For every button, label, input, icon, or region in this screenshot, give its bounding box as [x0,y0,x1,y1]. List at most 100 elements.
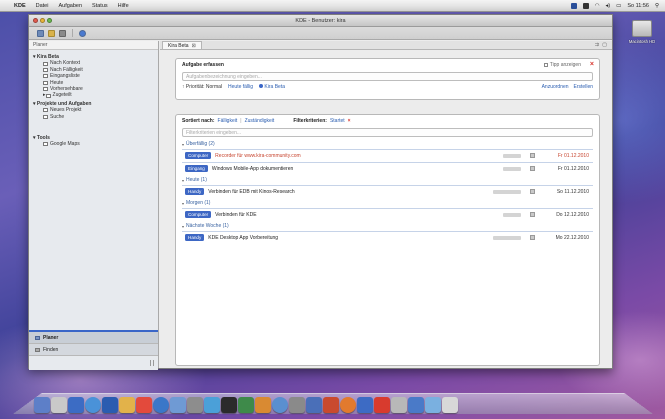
downloads-icon[interactable] [425,397,441,413]
menu-datei[interactable]: Datei [36,3,49,9]
textedit-icon[interactable] [391,397,407,413]
itunes-icon[interactable] [153,397,169,413]
close-panel-icon[interactable]: × [590,61,594,68]
task-row[interactable]: Computer Verbinden für KDE Do 12.12.2010 [182,208,593,220]
filter-value[interactable]: Startet [330,118,345,124]
documents-icon[interactable] [408,397,424,413]
tab-overflow-icon[interactable]: ⇉ ▢ [595,42,608,48]
mail-icon[interactable] [68,397,84,413]
preview-icon[interactable] [187,397,203,413]
zoom-window-button[interactable] [47,18,52,23]
task-text[interactable]: Recorder für www.kira-community.com [215,153,300,159]
menu-status[interactable]: Status [92,3,108,9]
tab-bar: Kira Beta ⊠ ⇉ ▢ [160,41,612,50]
sync-icon[interactable] [79,29,86,37]
ical-icon[interactable] [136,397,152,413]
trash-icon[interactable] [442,397,458,413]
task-row[interactable]: Handy Verbinden für EDB mit Kinos-Resear… [182,185,593,197]
finder-icon[interactable] [34,397,50,413]
note-icon[interactable] [530,153,535,158]
note-icon[interactable] [530,212,535,217]
group-header[interactable]: ▾ Überfällig (2) [176,138,599,148]
menu-app-name[interactable]: KDE [14,3,26,9]
app-store-icon[interactable] [204,397,220,413]
time-machine-icon[interactable] [272,397,288,413]
ichat-icon[interactable] [102,397,118,413]
sidebar-footer [29,356,158,370]
kde-icon[interactable] [306,397,322,413]
task-text[interactable]: Windows Mobile-App dokumentieren [212,166,293,172]
task-text[interactable]: Verbinden für KDE [215,212,256,218]
pages-icon[interactable] [255,397,271,413]
due-today-option[interactable]: Heute fällig [228,84,253,90]
find-icon [35,347,40,352]
task-row[interactable]: Handy KDE Desktop App Vorbereitung Mo 22… [182,231,593,243]
close-tab-icon[interactable]: ⊠ [192,43,196,49]
category-badge[interactable]: Eingang [185,165,208,172]
category-badge[interactable]: Handy [185,188,205,195]
sidebar-tab-planer[interactable]: Planer [29,332,158,344]
note-icon[interactable] [530,166,535,171]
category-badge[interactable]: Computer [185,211,212,218]
spotlight-icon[interactable]: ⚲ [655,3,659,9]
priority-option[interactable]: ↑ Priorität: Normal [182,84,222,90]
category-badge[interactable]: Handy [185,234,205,241]
clear-filter-icon[interactable]: × [348,118,351,124]
tray-status-icon[interactable] [582,2,589,9]
menu-clock[interactable]: So 11:56 [627,3,649,9]
acrobat-icon[interactable] [374,397,390,413]
terminal-icon[interactable] [221,397,237,413]
category-badge[interactable]: Computer [185,152,212,159]
menu-hilfe[interactable]: Hilfe [118,3,129,9]
sidebar-tab-finden[interactable]: Finden [29,344,158,356]
menu-aufgaben[interactable]: Aufgaben [58,3,82,9]
show-tip-checkbox[interactable]: Tipp anzeigen [543,62,581,68]
group-header[interactable]: ▾ Nächste Woche (1) [176,220,599,230]
close-window-button[interactable] [33,18,38,23]
new-project-icon[interactable] [48,29,55,37]
dashboard-icon[interactable] [51,397,67,413]
arrange-button[interactable]: Anzuordnen [542,84,569,90]
firefox-icon[interactable] [340,397,356,413]
sort-zustaendigkeit[interactable]: Zuständigkeit [245,118,275,124]
iphoto-icon[interactable] [170,397,186,413]
system-prefs-icon[interactable] [289,397,305,413]
group-header[interactable]: ▾ Heute (1) [176,174,599,184]
word-icon[interactable] [357,397,373,413]
tab-kira-beta[interactable]: Kira Beta ⊠ [162,41,202,49]
flash-icon[interactable] [323,397,339,413]
window-titlebar[interactable]: KDE - Benutzer: kira [29,15,612,27]
tree-item-zugeteilt[interactable]: ▸ Zugeteilt [33,92,154,98]
desktop-hd-icon[interactable]: Macintosh HD [627,20,657,48]
resize-grip-icon[interactable] [150,360,154,366]
tray-app-icon[interactable] [570,2,577,9]
project-option[interactable]: Kira Beta [259,84,285,90]
task-text[interactable]: Verbinden für EDB mit Kinos-Research [208,189,294,195]
sidebar-tab-label: Planer [43,334,59,341]
sort-faelligkeit[interactable]: Fälligkeit [218,118,238,124]
task-title-input[interactable]: Aufgabenbezeichnung eingeben... [182,72,593,81]
create-button[interactable]: Erstellen [574,84,593,90]
tree-item-label: Google Maps [50,141,80,148]
collapse-arrow-icon: ▾ [182,141,185,147]
app-window: KDE - Benutzer: kira Planer ▾ Kira Beta … [28,14,613,370]
volume-icon[interactable]: ◂) [606,3,611,9]
numbers-icon[interactable] [238,397,254,413]
filter-input[interactable]: Filterkriterien eingeben... [182,128,593,137]
group-header[interactable]: ▾ Morgen (1) [176,197,599,207]
address-book-icon[interactable] [119,397,135,413]
task-row[interactable]: Eingang Windows Mobile-App dokumentieren… [182,162,593,174]
note-icon[interactable] [530,235,535,240]
minimize-window-button[interactable] [40,18,45,23]
edit-icon[interactable] [59,29,66,37]
wifi-icon[interactable]: ◠ [595,3,600,9]
task-row[interactable]: Computer Recorder für www.kira-community… [182,149,593,161]
safari-icon[interactable] [85,397,101,413]
hard-drive-icon [632,20,652,37]
context-tag [503,166,521,171]
tree-item-google-maps[interactable]: Google Maps [33,141,154,147]
battery-icon[interactable]: ▭ [616,3,621,9]
note-icon[interactable] [530,189,535,194]
new-task-icon[interactable] [37,29,44,37]
task-text[interactable]: KDE Desktop App Vorbereitung [208,235,278,241]
